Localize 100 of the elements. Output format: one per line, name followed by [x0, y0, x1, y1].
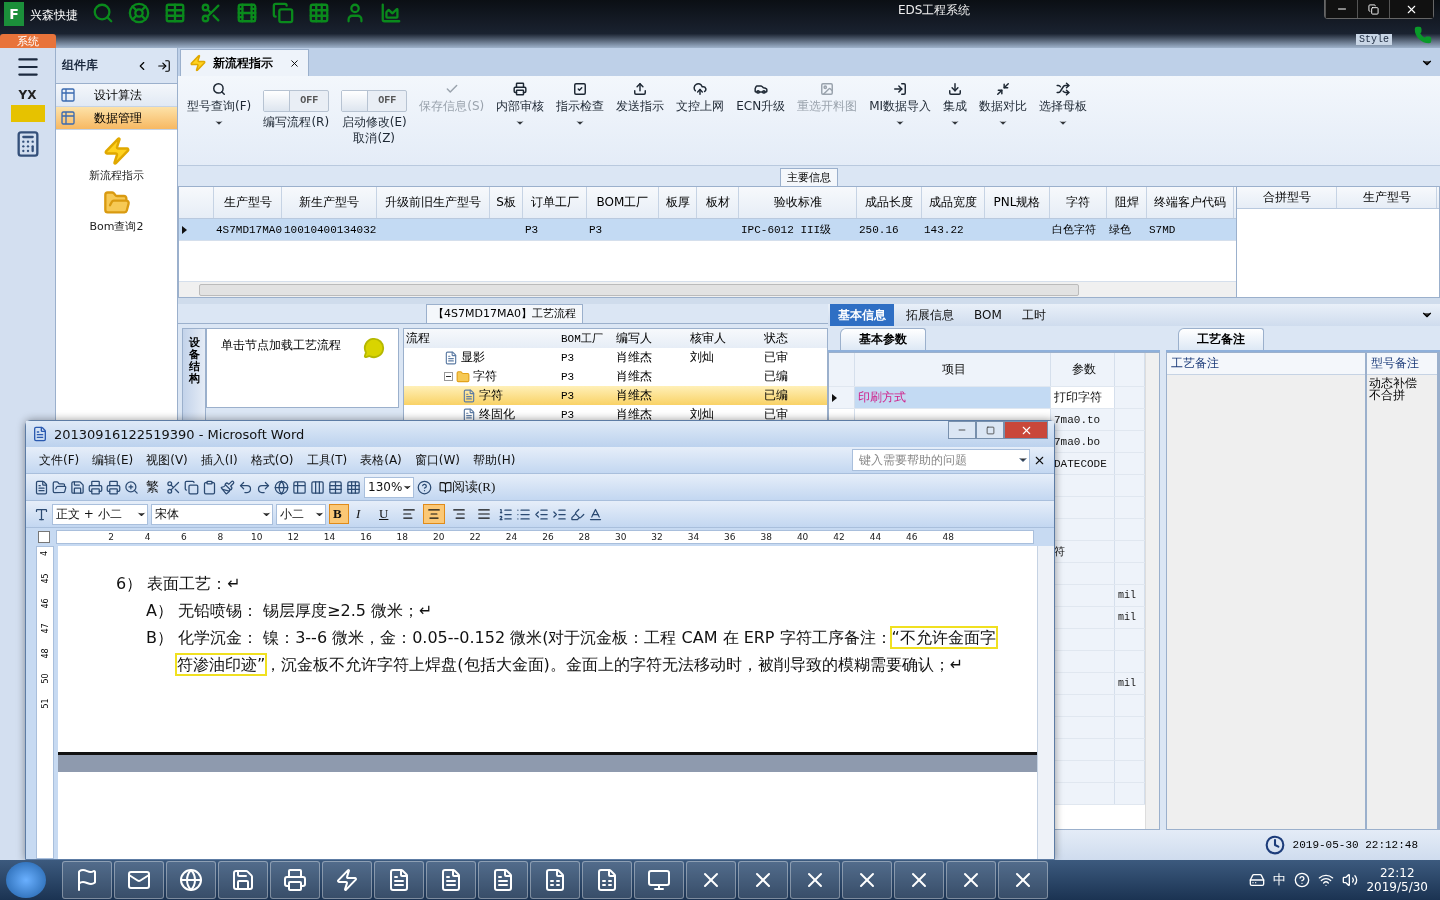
ribbon-button[interactable]: 型号查询(F): [182, 80, 257, 130]
help-search-field[interactable]: 键入需要帮助的问题: [852, 449, 1030, 471]
tree-row[interactable]: 字符 P3 肖维杰 已编: [404, 386, 827, 405]
tab-stop-icon[interactable]: [38, 531, 50, 543]
toggle-switch[interactable]: OFF: [263, 90, 330, 112]
column-header[interactable]: 板厚: [659, 187, 697, 218]
table-icon[interactable]: [292, 479, 307, 495]
lifebuoy-icon[interactable]: [128, 2, 150, 24]
menu-item[interactable]: 编辑(E): [87, 449, 139, 471]
tab[interactable]: 基本信息: [830, 304, 894, 326]
taskbar-app-button[interactable]: [582, 861, 632, 899]
taskbar-app-button[interactable]: [946, 861, 996, 899]
column-header[interactable]: 型号备注: [1367, 353, 1437, 375]
font-size-dropdown[interactable]: 小二: [276, 503, 326, 525]
ribbon-button[interactable]: 选择母板: [1034, 80, 1093, 130]
underline-button[interactable]: U: [375, 504, 395, 524]
style-menu[interactable]: Style: [1356, 34, 1392, 45]
indent-icon[interactable]: [552, 506, 567, 522]
menu-item[interactable]: 文件(F): [34, 449, 85, 471]
ribbon-button[interactable]: ECN升级: [731, 80, 791, 116]
maximize-button[interactable]: [1357, 0, 1389, 18]
taskbar-app-button[interactable]: [790, 861, 840, 899]
vertical-scrollbar[interactable]: [1145, 353, 1159, 829]
factory-logo[interactable]: YX: [10, 88, 45, 122]
undo-icon[interactable]: [238, 479, 253, 495]
close-icon[interactable]: [289, 57, 300, 69]
column-header[interactable]: 生产型号: [1337, 187, 1437, 208]
ribbon-button[interactable]: 内部审核: [491, 80, 550, 130]
globe-icon[interactable]: [274, 479, 289, 495]
column-header[interactable]: BOM工厂: [587, 187, 659, 218]
taskbar-app-button[interactable]: [114, 861, 164, 899]
close-button[interactable]: [1389, 0, 1433, 18]
column-header[interactable]: 工艺备注: [1167, 353, 1365, 375]
bullet-list-icon[interactable]: [516, 506, 531, 522]
font-dropdown[interactable]: 宋体: [151, 503, 273, 525]
scissors-icon[interactable]: [166, 479, 181, 495]
phone-icon[interactable]: [1414, 26, 1432, 44]
user-icon[interactable]: [344, 2, 366, 24]
menu-item[interactable]: 格式(O): [245, 449, 299, 471]
column-header[interactable]: 项目: [855, 353, 1051, 386]
taskbar-app-button[interactable]: [322, 861, 372, 899]
style-dropdown[interactable]: 正文 + 小二: [52, 503, 148, 525]
column-header[interactable]: 核审人: [690, 330, 726, 347]
tab[interactable]: 拓展信息: [898, 304, 962, 326]
table-row[interactable]: 4S7MD17MA0 10010400134032 P3 P3 IPC-6012 III级 250.16 143.22 白色字符 绿色 S7MD: [179, 219, 1236, 241]
horizontal-ruler[interactable]: 2 4 6 8 10 12 14 16 18 20 22 24 26 28 30 32 34 36 38 40 42 44 46 48: [56, 530, 1034, 544]
column-header[interactable]: 合拼型号: [1237, 187, 1337, 208]
align-center-button[interactable]: [423, 504, 445, 524]
column-header[interactable]: 编写人: [616, 330, 652, 347]
menu-item[interactable]: 表格(A): [355, 449, 407, 471]
column-header[interactable]: PNL规格: [985, 187, 1050, 218]
toggle-switch[interactable]: OFF: [341, 90, 408, 112]
start-button[interactable]: [6, 862, 46, 898]
columns-icon[interactable]: [310, 479, 325, 495]
sub-tab[interactable]: 基本参数: [840, 328, 926, 350]
column-header[interactable]: 生产型号: [214, 187, 282, 218]
taskbar-app-button[interactable]: [374, 861, 424, 899]
ribbon-button[interactable]: 文控上网: [671, 80, 730, 116]
ribbon-button[interactable]: 指示检查: [551, 80, 610, 130]
taskbar-app-button[interactable]: [478, 861, 528, 899]
column-header[interactable]: 升级前旧生产型号: [377, 187, 490, 218]
taskbar-clock[interactable]: 22:12 2019/5/30: [1366, 866, 1428, 894]
shortcut-label[interactable]: 新流程指示: [89, 168, 144, 183]
area-chart-icon[interactable]: [380, 2, 402, 24]
copy-icon[interactable]: [272, 2, 294, 24]
film-icon[interactable]: [236, 2, 258, 24]
menu-item[interactable]: 窗口(W): [409, 449, 466, 471]
column-header[interactable]: BOM工厂: [561, 331, 603, 346]
traditional-chinese-button[interactable]: 繁: [142, 477, 163, 497]
search-icon[interactable]: [92, 2, 114, 24]
taskbar-app-button[interactable]: [634, 861, 684, 899]
ribbon-button[interactable]: 集成: [938, 80, 973, 130]
column-header[interactable]: 新生产型号: [282, 187, 377, 218]
sidebar-item[interactable]: 设计算法: [56, 84, 177, 107]
column-header[interactable]: 订单工厂: [523, 187, 587, 218]
taskbar-app-button[interactable]: [894, 861, 944, 899]
copy-icon[interactable]: [184, 479, 199, 495]
row-header[interactable]: [829, 387, 855, 408]
taskbar-app-button[interactable]: [738, 861, 788, 899]
ribbon-button[interactable]: 发送指示: [611, 80, 670, 116]
minimize-button[interactable]: [948, 421, 976, 439]
minimize-button[interactable]: [1325, 0, 1357, 18]
new-document-icon[interactable]: [34, 479, 49, 495]
printer-icon[interactable]: [106, 479, 121, 495]
column-header[interactable]: 成品长度: [857, 187, 922, 218]
printer-icon[interactable]: [88, 479, 103, 495]
table-icon[interactable]: [164, 2, 186, 24]
menu-item[interactable]: 视图(V): [141, 449, 193, 471]
menu-item[interactable]: 帮助(H): [468, 449, 521, 471]
taskbar-app-button[interactable]: [998, 861, 1048, 899]
read-button[interactable]: 阅读(R): [435, 477, 500, 497]
sub-tab[interactable]: 工艺备注: [1178, 328, 1264, 350]
font-color-icon[interactable]: [588, 506, 603, 522]
minus-icon[interactable]: [444, 372, 453, 381]
tab[interactable]: 工时: [1013, 304, 1054, 326]
paintbrush-icon[interactable]: [220, 479, 235, 495]
taskbar-app-button[interactable]: [686, 861, 736, 899]
redo-icon[interactable]: [256, 479, 271, 495]
open-folder-icon[interactable]: [52, 479, 67, 495]
scissors-icon[interactable]: [200, 2, 222, 24]
